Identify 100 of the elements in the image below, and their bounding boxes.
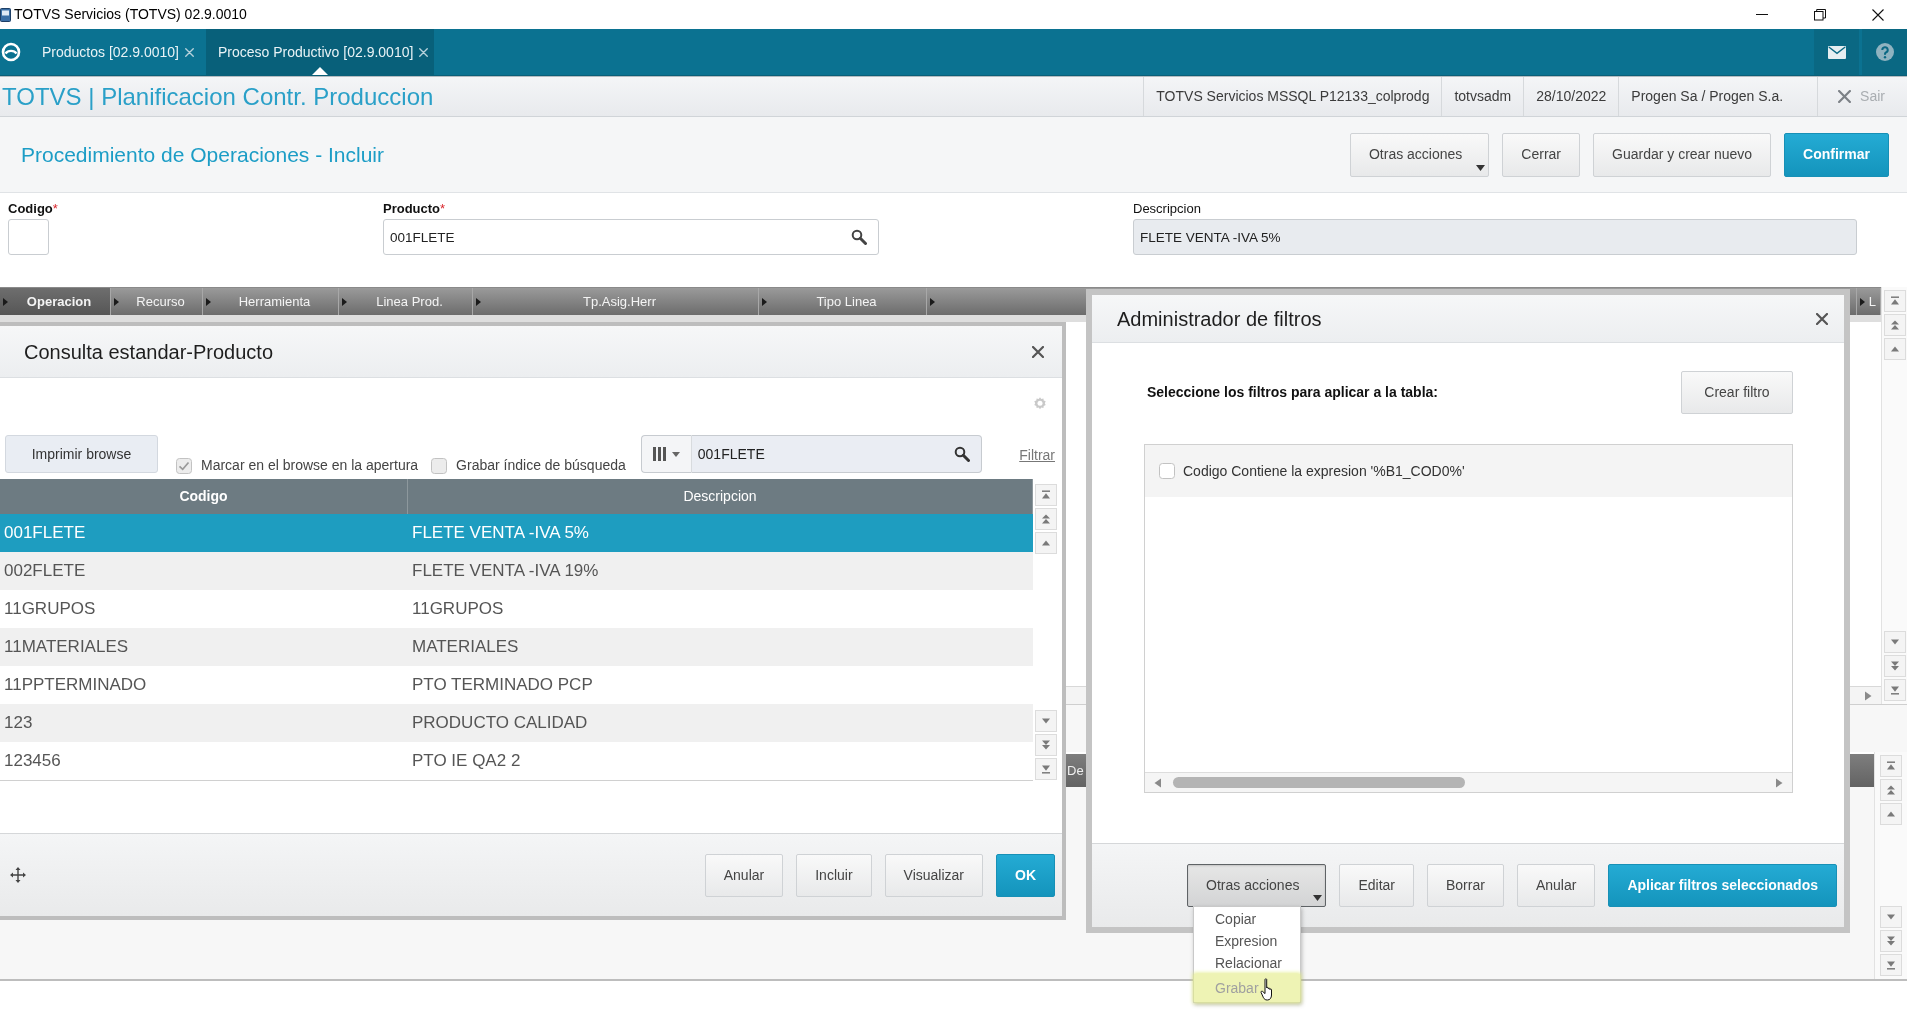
dropdown-button[interactable]: Otras acciones	[1187, 864, 1327, 907]
action-button[interactable]: Anular	[1516, 864, 1596, 907]
page-down-button[interactable]	[1880, 930, 1902, 952]
input-field[interactable]: FLETE VENTA -IVA 5%	[1133, 219, 1857, 255]
caret-right-icon	[114, 297, 119, 306]
app-tab[interactable]: Productos [02.9.0010]	[30, 29, 200, 75]
scroll-bottom-button[interactable]	[1880, 954, 1902, 976]
restore-icon	[1814, 8, 1826, 21]
scroll-top-button[interactable]	[1883, 290, 1906, 312]
horizontal-scrollbar[interactable]	[1145, 772, 1792, 792]
help-icon	[1875, 43, 1894, 61]
print-button[interactable]: Imprimir browse	[5, 435, 158, 473]
menu-item[interactable]: Copiar	[1194, 908, 1300, 930]
action-button[interactable]: Guardar y crear nuevo	[1593, 132, 1772, 177]
vertical-scrollbar[interactable]	[1881, 287, 1907, 704]
page-down-button[interactable]	[1883, 655, 1906, 677]
skip-up-icon	[1889, 296, 1900, 306]
table-cell-text: FLETE VENTA -IVA 5%	[411, 522, 590, 545]
field-label: Producto	[383, 201, 441, 216]
close-icon	[419, 47, 429, 57]
scroll-up-button[interactable]	[1883, 338, 1906, 360]
action-button[interactable]: Cerrar	[1502, 132, 1580, 177]
minimize-icon	[1756, 14, 1768, 15]
header-info: totvsadm	[1441, 77, 1524, 116]
caret-down-icon	[1476, 164, 1486, 171]
table-row[interactable]: 123 PRODUCTO CALIDAD	[0, 704, 1033, 742]
arrow-left-icon	[1154, 777, 1162, 788]
input-field[interactable]: 001FLETE	[383, 219, 879, 255]
column-header[interactable]: De	[1067, 760, 1084, 781]
scroll-bottom-button[interactable]	[1034, 758, 1057, 780]
search-icon[interactable]	[851, 229, 867, 245]
table-row[interactable]: 11MATERIALES MATERIALES	[0, 628, 1033, 666]
filter-link[interactable]: Filtrar	[1019, 445, 1055, 466]
skip-down-icon	[1889, 685, 1900, 695]
help-button[interactable]	[1862, 29, 1907, 75]
table-cell-text: FLETE VENTA -IVA 19%	[411, 560, 600, 583]
dialog-title: Administrador de filtros	[1117, 306, 1323, 332]
input-field[interactable]	[8, 219, 49, 255]
table-cell-text: 123456	[3, 750, 62, 773]
columns-icon	[652, 447, 666, 461]
action-button[interactable]: Visualizar	[884, 853, 983, 897]
arrow-right-icon	[1864, 690, 1872, 701]
search-field[interactable]: 001FLETE	[691, 435, 982, 473]
logo-icon	[1, 42, 21, 62]
caret-down-icon	[1313, 895, 1323, 901]
arrow-down-icon	[1886, 912, 1896, 922]
scroll-top-button[interactable]	[1034, 484, 1057, 506]
menu-item[interactable]: Relacionar	[1194, 952, 1300, 974]
section-tab[interactable]: Operacion	[0, 288, 111, 315]
window-title: TOTVS Servicios (TOTVS) 02.9.0010	[14, 5, 247, 24]
checkbox-label: Marcar en el browse en la apertura	[201, 456, 419, 475]
table-cell-text: PTO TERMINADO PCP	[411, 674, 594, 697]
action-button[interactable]: Editar	[1339, 864, 1414, 907]
scroll-down-button[interactable]	[1883, 631, 1906, 653]
checkbox[interactable]	[176, 457, 192, 474]
scroll-down-button[interactable]	[1034, 710, 1057, 732]
arrow-down-icon	[1040, 716, 1051, 726]
field-label: Codigo	[8, 201, 53, 216]
close-button[interactable]	[1814, 310, 1830, 327]
mail-button[interactable]	[1814, 29, 1859, 75]
arrow-up-icon	[1889, 344, 1900, 354]
header-info: TOTVS Servicios MSSQL P12133_colprodg	[1143, 77, 1442, 116]
checkbox[interactable]	[1159, 463, 1175, 479]
checkbox[interactable]	[431, 457, 448, 474]
vertical-scrollbar[interactable]	[1874, 752, 1907, 979]
prompt-text: Seleccione los filtros para aplicar a la tabla:	[1147, 383, 1438, 402]
scroll-bottom-button[interactable]	[1883, 679, 1906, 701]
table-row[interactable]: 002FLETE FLETE VENTA -IVA 19%	[0, 552, 1033, 590]
column-selector-button[interactable]	[640, 435, 692, 473]
action-button[interactable]: Incluir	[796, 853, 872, 897]
action-button[interactable]: Borrar	[1427, 864, 1504, 907]
caret-right-icon	[3, 297, 8, 306]
action-button[interactable]: Anular	[704, 853, 784, 897]
page-up-button[interactable]	[1883, 314, 1906, 336]
scroll-up-button[interactable]	[1880, 803, 1902, 825]
caret-right-icon	[1859, 297, 1865, 306]
scroll-up-button[interactable]	[1034, 532, 1057, 554]
filter-list[interactable]: Codigo Contiene la expresion '%B1_COD0%'	[1144, 444, 1793, 793]
app-tab[interactable]: Proceso Productivo [02.9.0010]	[206, 29, 435, 75]
double-arrow-up-icon	[1889, 320, 1900, 330]
table-cell-text: 11MATERIALES	[3, 636, 130, 659]
action-button[interactable]: Crear filtro	[1681, 371, 1793, 414]
double-arrow-up-icon	[1886, 785, 1896, 795]
dropdown-button[interactable]: Otras acciones	[1349, 132, 1490, 177]
close-button[interactable]	[1030, 343, 1046, 360]
search-icon[interactable]	[953, 446, 970, 462]
scrollbar-thumb[interactable]	[1173, 777, 1465, 788]
scroll-down-button[interactable]	[1880, 906, 1902, 928]
page-down-button[interactable]	[1034, 734, 1057, 756]
caret-down-icon	[671, 451, 680, 457]
app-title: TOTVS | Planificacion Contr. Produccion	[1, 84, 434, 109]
page-up-button[interactable]	[1034, 508, 1057, 530]
list-item[interactable]: Codigo Contiene la expresion '%B1_COD0%'	[1145, 445, 1792, 497]
move-icon[interactable]	[10, 867, 26, 883]
scroll-top-button[interactable]	[1880, 755, 1902, 777]
table-cell-text: 11GRUPOS	[3, 598, 97, 621]
caret-right-icon	[476, 297, 481, 306]
page-up-button[interactable]	[1880, 779, 1902, 801]
menu-item[interactable]: Expresion	[1194, 930, 1300, 952]
app-icon	[0, 7, 11, 22]
